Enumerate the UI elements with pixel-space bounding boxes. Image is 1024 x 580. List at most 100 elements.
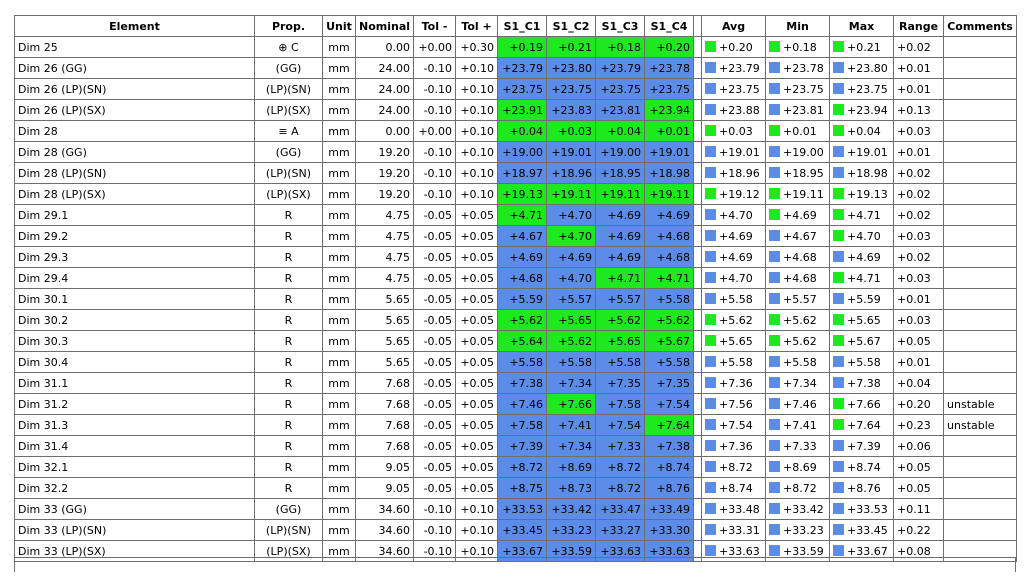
cell-min-value: +19.00 [783, 145, 824, 159]
cell-avg-value: +33.63 [719, 544, 760, 558]
cell-avg: +23.79 [701, 57, 767, 79]
cell-sample-c2: +18.96 [546, 162, 597, 184]
col-header-s1-c3[interactable]: S1_C3 [595, 15, 646, 37]
cell-property: R [254, 393, 323, 415]
cell-sample-c2: +19.01 [546, 141, 597, 163]
col-header-s1-c4[interactable]: S1_C4 [644, 15, 695, 37]
status-swatch-icon [769, 523, 781, 535]
cell-min-value: +33.42 [783, 502, 824, 516]
col-header-max[interactable]: Max [829, 15, 895, 37]
cell-tol-plus: +0.30 [455, 36, 499, 58]
table-row[interactable]: Dim 29.3 Rmm 4.75 -0.05 +0.05 +4.69 +4.69 +4.69… [14, 246, 1018, 268]
status-swatch-icon [769, 376, 781, 388]
col-header-element[interactable]: Element [14, 15, 255, 37]
cell-tol-plus: +0.05 [455, 435, 499, 457]
status-swatch-icon [769, 397, 781, 409]
cell-comments [943, 204, 1018, 226]
cell-max-value: +4.71 [847, 271, 881, 285]
cell-sample-c3: +19.00 [595, 141, 646, 163]
cell-sample-c4: +23.75 [644, 78, 695, 100]
table-row[interactable]: Dim 30.3 Rmm 5.65 -0.05 +0.05 +5.64 +5.62 +5.65… [14, 330, 1018, 352]
cell-sample-c4: +18.98 [644, 162, 695, 184]
table-row[interactable]: Dim 26 (LP)(SX) (LP)(SX) mm 24.00 -0.10 +0.10… [14, 99, 1018, 121]
status-swatch-icon [705, 355, 717, 367]
col-header-comments[interactable]: Comments [943, 15, 1018, 37]
table-row[interactable]: Dim 31.3 Rmm 7.68 -0.05 +0.05 +7.58 +7.41 +7.54… [14, 414, 1018, 436]
cell-avg: +4.69 [701, 246, 767, 268]
cell-tol-plus: +0.10 [455, 162, 499, 184]
table-row[interactable]: Dim 29.2 Rmm 4.75 -0.05 +0.05 +4.67 +4.70 +4.69… [14, 225, 1018, 247]
cell-property: R [254, 477, 323, 499]
cell-avg: +7.54 [701, 414, 767, 436]
status-swatch-icon [705, 397, 717, 409]
cell-max-value: +33.53 [847, 502, 888, 516]
cell-tol-plus: +0.05 [455, 288, 499, 310]
col-header-range[interactable]: Range [893, 15, 945, 37]
col-header-tol-minus[interactable]: Tol - [413, 15, 457, 37]
cell-max-value: +0.04 [847, 124, 881, 138]
table-row[interactable]: Dim 32.2 Rmm 9.05 -0.05 +0.05 +8.75 +8.73 +8.72… [14, 477, 1018, 499]
cell-property: R [254, 246, 323, 268]
status-swatch-icon [769, 292, 781, 304]
table-row[interactable]: Dim 31.2 Rmm 7.68 -0.05 +0.05 +7.46 +7.66 +7.58… [14, 393, 1018, 415]
col-header-avg[interactable]: Avg [701, 15, 767, 37]
cell-sample-c2: +23.83 [546, 99, 597, 121]
col-header-unit[interactable]: Unit [322, 15, 356, 37]
column-separator [693, 372, 703, 394]
cell-max-value: +19.01 [847, 145, 888, 159]
cell-avg-value: +5.58 [719, 355, 753, 369]
table-row[interactable]: Dim 28 (LP)(SX) (LP)(SX) mm 19.20 -0.10 +0.10… [14, 183, 1018, 205]
cell-nominal: 19.20 [354, 141, 415, 163]
table-row[interactable]: Dim 33 (LP)(SN) (LP)(SN) mm 34.60 -0.10 +0.10… [14, 519, 1018, 541]
cell-sample-c1: +23.79 [497, 57, 548, 79]
cell-tol-minus: -0.10 [413, 99, 457, 121]
table-row[interactable]: Dim 33 (GG) (GG) mm 34.60 -0.10 +0.10 +33.53 +3… [14, 498, 1018, 520]
cell-sample-c3: +7.54 [595, 414, 646, 436]
table-row[interactable]: Dim 29.1 Rmm 4.75 -0.05 +0.05 +4.71 +4.70 +4.69… [14, 204, 1018, 226]
header-row: Element Prop. Unit Nominal Tol - Tol + S… [14, 15, 1018, 37]
col-header-s1-c2[interactable]: S1_C2 [546, 15, 597, 37]
table-row[interactable]: Dim 32.1 Rmm 9.05 -0.05 +0.05 +8.72 +8.69 +8.72… [14, 456, 1018, 478]
cell-sample-c4: +23.94 [644, 99, 695, 121]
col-header-prop[interactable]: Prop. [254, 15, 323, 37]
table-row[interactable]: Dim 31.4 Rmm 7.68 -0.05 +0.05 +7.39 +7.34 +7.33… [14, 435, 1018, 457]
cell-min-value: +23.75 [783, 82, 824, 96]
cell-element: Dim 28 (LP)(SX) [14, 183, 255, 205]
table-row[interactable]: Dim 28 (GG) (GG) mm 19.20 -0.10 +0.10 +19.00 +1… [14, 141, 1018, 163]
table-row[interactable]: Dim 30.2 Rmm 5.65 -0.05 +0.05 +5.62 +5.65 +5.62… [14, 309, 1018, 331]
cell-max-value: +8.74 [847, 460, 881, 474]
cell-sample-c1: +7.58 [497, 414, 548, 436]
cell-tol-minus: -0.10 [413, 183, 457, 205]
cell-sample-c4: +0.20 [644, 36, 695, 58]
table-row[interactable]: Dim 26 (LP)(SN) (LP)(SN) mm 24.00 -0.10 +0.10… [14, 78, 1018, 100]
column-separator [693, 267, 703, 289]
cell-sample-c1: +33.53 [497, 498, 548, 520]
cell-sample-c2: +4.70 [546, 225, 597, 247]
cell-range: +0.01 [893, 78, 945, 100]
cell-unit: mm [322, 120, 356, 142]
column-separator [693, 414, 703, 436]
table-row[interactable]: Dim 26 (GG) (GG) mm 24.00 -0.10 +0.10 +23.79 +2… [14, 57, 1018, 79]
table-row[interactable]: Dim 30.1 Rmm 5.65 -0.05 +0.05 +5.59 +5.57 +5.57… [14, 288, 1018, 310]
cell-sample-c2: +5.57 [546, 288, 597, 310]
table-row[interactable]: Dim 28 ≡ Amm 0.00 +0.00 +0.10 +0.04 +0.03 +0.04… [14, 120, 1018, 142]
col-header-s1-c1[interactable]: S1_C1 [497, 15, 548, 37]
table-row[interactable]: Dim 30.4 Rmm 5.65 -0.05 +0.05 +5.58 +5.58 +5.58… [14, 351, 1018, 373]
cell-unit: mm [322, 330, 356, 352]
col-header-nominal[interactable]: Nominal [354, 15, 415, 37]
status-swatch-icon [705, 313, 717, 325]
col-header-tol-plus[interactable]: Tol + [455, 15, 499, 37]
status-swatch-icon [833, 334, 845, 346]
cell-range: +0.20 [893, 393, 945, 415]
cell-min: +0.01 [765, 120, 831, 142]
cell-avg-value: +23.75 [719, 82, 760, 96]
cell-sample-c1: +23.91 [497, 99, 548, 121]
cell-avg: +5.62 [701, 309, 767, 331]
table-row[interactable]: Dim 25 ⊕ Cmm 0.00 +0.00 +0.30 +0.19 +0.21 +0.18… [14, 36, 1018, 58]
cell-unit: mm [322, 435, 356, 457]
table-row[interactable]: Dim 29.4 Rmm 4.75 -0.05 +0.05 +4.68 +4.70 +4.71… [14, 267, 1018, 289]
table-row[interactable]: Dim 28 (LP)(SN) (LP)(SN) mm 19.20 -0.10 +0.10… [14, 162, 1018, 184]
table-row[interactable]: Dim 31.1 Rmm 7.68 -0.05 +0.05 +7.38 +7.34 +7.35… [14, 372, 1018, 394]
col-header-min[interactable]: Min [765, 15, 831, 37]
cell-max: +4.70 [829, 225, 895, 247]
